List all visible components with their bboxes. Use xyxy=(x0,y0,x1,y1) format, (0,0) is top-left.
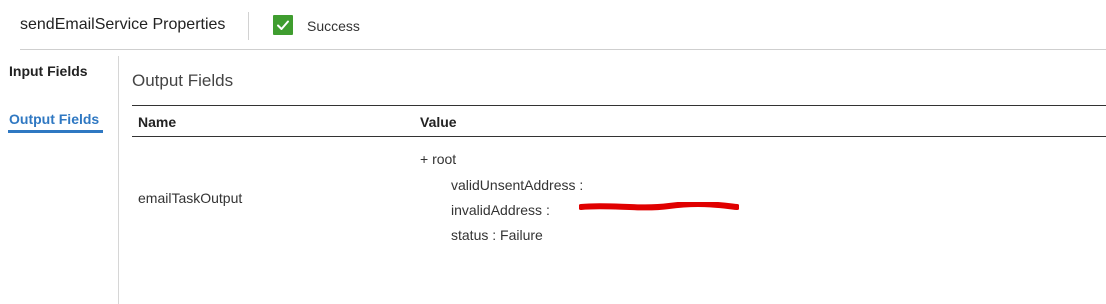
header-divider xyxy=(248,12,249,40)
table-top-border xyxy=(132,105,1106,106)
column-header-name: Name xyxy=(138,114,177,130)
header-separator xyxy=(20,49,1106,50)
sidebar-item-output-fields[interactable]: Output Fields xyxy=(9,111,99,127)
tree-field-valid-unsent-address: validUnsentAddress : xyxy=(451,177,584,193)
section-title: Output Fields xyxy=(132,71,234,90)
tree-field-invalid-address: invalidAddress : xyxy=(451,201,739,219)
sidebar-divider xyxy=(118,56,119,304)
page-title: sendEmailService Properties xyxy=(20,16,226,33)
properties-header: sendEmailService Properties Success xyxy=(0,0,1106,50)
check-mark xyxy=(277,20,289,30)
redaction-mark xyxy=(579,202,739,211)
table-header-border xyxy=(132,136,1106,137)
tree-field-status: status : Failure xyxy=(451,227,543,243)
column-header-value: Value xyxy=(420,114,457,130)
sidebar-item-input-fields[interactable]: Input Fields xyxy=(9,63,88,79)
field-name-cell: emailTaskOutput xyxy=(138,190,243,206)
invalid-address-label: invalidAddress : xyxy=(451,202,550,218)
active-tab-indicator xyxy=(8,130,103,133)
status-label: Success xyxy=(307,18,360,34)
tree-root-node[interactable]: + root xyxy=(420,150,456,168)
check-icon xyxy=(273,15,293,35)
sidebar: Input Fields Output Fields xyxy=(0,50,118,304)
